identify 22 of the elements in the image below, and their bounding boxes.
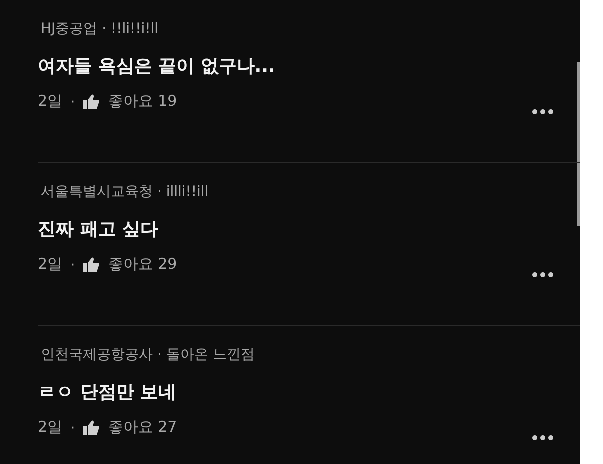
comment-time: 2일 xyxy=(38,255,63,274)
comment-time: 2일 xyxy=(38,418,63,437)
comment-text: 여자들 욕심은 끝이 없구나... xyxy=(38,55,276,78)
more-options-icon[interactable] xyxy=(531,434,555,442)
like-count[interactable]: 좋아요 27 xyxy=(108,418,178,437)
separator-dot: · xyxy=(70,256,76,274)
comment-time: 2일 xyxy=(38,92,63,111)
comment-text: 진짜 패고 싶다 xyxy=(38,218,159,241)
author-line: HJ중공업 · !!li!!i!ll xyxy=(41,20,159,38)
thumbs-up-icon[interactable] xyxy=(83,257,100,272)
like-count[interactable]: 좋아요 19 xyxy=(108,92,178,111)
like-count[interactable]: 좋아요 29 xyxy=(108,255,178,274)
separator-dot: · xyxy=(70,418,76,436)
more-options-icon[interactable] xyxy=(531,271,555,279)
more-options-icon[interactable] xyxy=(531,108,555,116)
thumbs-up-icon[interactable] xyxy=(83,94,100,109)
scrollbar[interactable] xyxy=(577,62,580,226)
author-line: 인천국제공항공사 · 돌아온 느낀점 xyxy=(41,346,255,364)
comment-text: ㄹㅇ 단점만 보네 xyxy=(38,381,177,404)
thumbs-up-icon[interactable] xyxy=(83,420,100,435)
author-line: 서울특별시교육청 · illli!!ill xyxy=(41,183,209,201)
separator-dot: · xyxy=(70,92,76,110)
